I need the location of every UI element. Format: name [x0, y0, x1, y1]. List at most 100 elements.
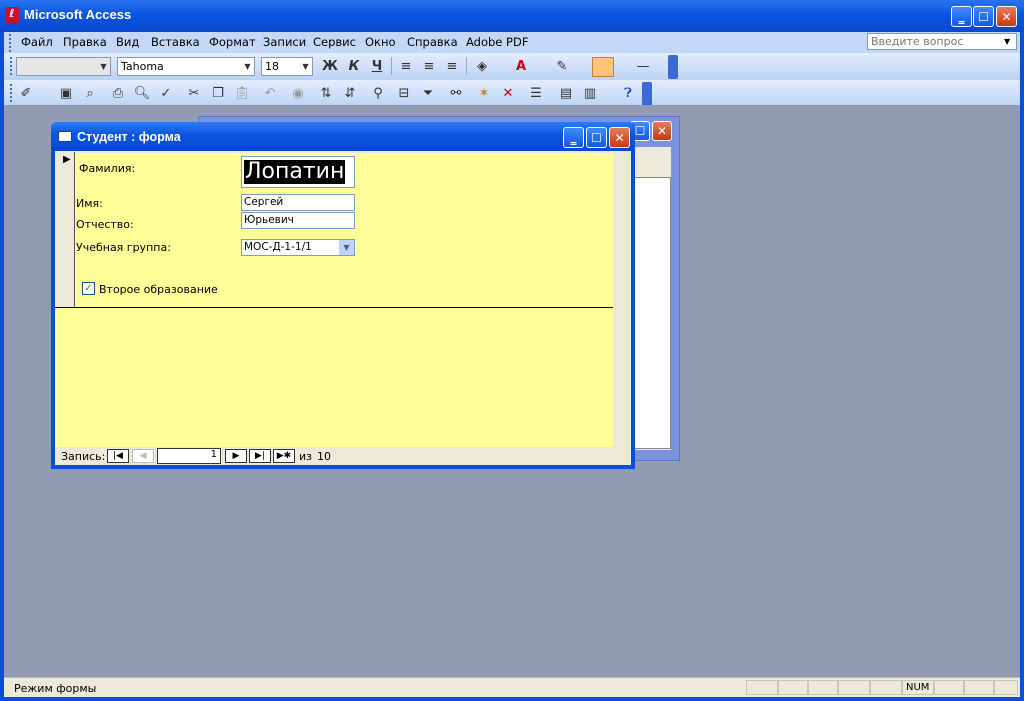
object-combo[interactable]: ▼	[16, 57, 111, 76]
sort-descending-icon[interactable]: ⇵	[340, 83, 360, 103]
toolbar-grip[interactable]	[10, 84, 15, 102]
cut-icon[interactable]: ✂	[184, 83, 204, 103]
menu-tools[interactable]: Сервис	[313, 35, 356, 49]
window-border-bottom	[0, 697, 1024, 701]
new-record-button[interactable]: ▶✱	[273, 449, 295, 463]
surname-field[interactable]: Лопатин	[241, 156, 355, 188]
chevron-down-icon: ▼	[302, 62, 309, 71]
print-preview-icon[interactable]: 🔍︎	[132, 83, 152, 103]
form-icon	[58, 131, 72, 142]
form-window[interactable]: Студент : форма ‗ ☐ ✕ ▶ Фамилия: Лопатин…	[51, 122, 635, 469]
toolbar-options-icon[interactable]	[642, 82, 652, 106]
minimize-button[interactable]: ‗	[563, 127, 584, 148]
status-panel	[778, 680, 808, 695]
spelling-icon[interactable]: ✓	[156, 83, 176, 103]
sort-ascending-icon[interactable]: ⇅	[316, 83, 336, 103]
filter-by-selection-icon[interactable]: ⚲	[368, 83, 388, 103]
menu-adobe-pdf[interactable]: Adobe PDF	[466, 35, 528, 49]
window-border-right	[1020, 32, 1024, 701]
menu-records[interactable]: Записи	[263, 35, 306, 49]
hyperlink-icon[interactable]: ◉	[288, 83, 308, 103]
window-border-left	[0, 32, 4, 701]
menu-format[interactable]: Формат	[209, 35, 256, 49]
menu-help[interactable]: Справка	[407, 35, 458, 49]
next-record-button[interactable]: ▶	[225, 449, 247, 463]
align-left-icon[interactable]: ≡	[396, 56, 416, 76]
help-question-input[interactable]: Введите вопрос	[867, 33, 1017, 50]
chevron-down-icon: ▼	[244, 62, 251, 71]
menu-file[interactable]: Файл	[21, 35, 53, 49]
separator	[391, 57, 392, 75]
help-icon[interactable]: ❓︎	[618, 83, 638, 103]
print-icon[interactable]: ⎙	[108, 83, 128, 103]
record-navigation-bar: Запись: |◀ ◀ 1 ▶ ▶| ▶✱ из 10	[55, 447, 631, 465]
size-grip[interactable]	[994, 680, 1018, 695]
status-panel	[838, 680, 870, 695]
minimize-button[interactable]: ‗	[951, 6, 972, 27]
font-value: Tahoma	[121, 60, 164, 73]
previous-record-button[interactable]: ◀	[132, 449, 154, 463]
close-button[interactable]: ✕	[609, 127, 630, 148]
bold-button[interactable]: Ж	[320, 56, 340, 76]
record-number-input[interactable]: 1	[157, 448, 221, 464]
fill-color-icon[interactable]: ◈	[472, 56, 492, 76]
font-color-icon[interactable]: A	[511, 56, 531, 76]
font-combo[interactable]: Tahoma ▼	[117, 57, 255, 76]
group-combo[interactable]: МОС-Д-1-1/1 ▼	[241, 239, 355, 256]
align-center-icon[interactable]: ≡	[419, 56, 439, 76]
name-label: Имя:	[76, 197, 103, 210]
maximize-button[interactable]: ☐	[973, 6, 994, 27]
separator	[466, 57, 467, 75]
name-field[interactable]: Сергей	[241, 194, 355, 211]
line-width-icon[interactable]: —	[633, 56, 653, 76]
status-mode: Режим формы	[14, 682, 97, 695]
app-title: Microsoft Access	[24, 7, 132, 22]
second-education-checkbox[interactable]: ✓	[82, 282, 95, 295]
align-right-icon[interactable]: ≡	[442, 56, 462, 76]
help-dropdown-icon[interactable]: ▼	[1004, 37, 1010, 46]
line-color-icon[interactable]: ✎	[552, 56, 572, 76]
view-icon[interactable]: ✐	[16, 83, 36, 103]
menu-insert[interactable]: Вставка	[151, 35, 200, 49]
menu-view[interactable]: Вид	[116, 35, 139, 49]
delete-record-icon[interactable]: ✕	[498, 83, 518, 103]
title-bar[interactable]: ℓ Microsoft Access ‗ ☐ ✕	[0, 0, 1024, 32]
group-value: МОС-Д-1-1/1	[244, 241, 312, 253]
find-icon[interactable]: ⚯	[446, 83, 466, 103]
record-of-label: из	[299, 450, 312, 463]
menu-edit[interactable]: Правка	[63, 35, 107, 49]
toolbar-grip[interactable]	[10, 57, 15, 75]
border-style-button[interactable]	[592, 57, 614, 77]
new-record-icon[interactable]: ✶	[474, 83, 494, 103]
chevron-down-icon[interactable]: ▼	[339, 240, 354, 255]
properties-icon[interactable]: ☰	[526, 83, 546, 103]
save-icon[interactable]: ▣	[56, 83, 76, 103]
size-value: 18	[265, 60, 279, 73]
status-panel	[964, 680, 994, 695]
new-object-icon[interactable]: ▥	[580, 83, 600, 103]
standard-toolbar: ✐ ▣ ⌕ ⎙ 🔍︎ ✓ ✂ ❐ 📋︎ ↶ ◉ ⇅ ⇵ ⚲ ⊟ ⏷ ⚯ ✶ ✕ …	[4, 80, 1020, 107]
status-bar: Режим формы NUM	[4, 677, 1020, 698]
apply-filter-icon[interactable]: ⏷	[418, 83, 438, 103]
search-icon[interactable]: ⌕	[80, 83, 100, 103]
copy-icon[interactable]: ❐	[208, 83, 228, 103]
status-panel	[746, 680, 778, 695]
close-button[interactable]: ✕	[996, 6, 1017, 27]
undo-icon[interactable]: ↶	[260, 83, 280, 103]
status-panel	[808, 680, 838, 695]
paste-icon[interactable]: 📋︎	[232, 83, 252, 103]
filter-by-form-icon[interactable]: ⊟	[394, 83, 414, 103]
maximize-button[interactable]: ☐	[586, 127, 607, 148]
underline-button[interactable]: Ч	[367, 56, 387, 76]
close-button[interactable]: ✕	[652, 121, 672, 141]
database-window-icon[interactable]: ▤	[556, 83, 576, 103]
font-size-combo[interactable]: 18 ▼	[261, 57, 313, 76]
last-record-button[interactable]: ▶|	[249, 449, 271, 463]
form-title-bar[interactable]: Студент : форма ‗ ☐ ✕	[51, 122, 635, 151]
menu-window[interactable]: Окно	[365, 35, 396, 49]
italic-button[interactable]: К	[344, 56, 364, 76]
toolbar-options-icon[interactable]	[668, 55, 678, 79]
first-record-button[interactable]: |◀	[107, 449, 129, 463]
menu-grip[interactable]	[9, 34, 14, 52]
patronymic-field[interactable]: Юрьевич	[241, 212, 355, 229]
